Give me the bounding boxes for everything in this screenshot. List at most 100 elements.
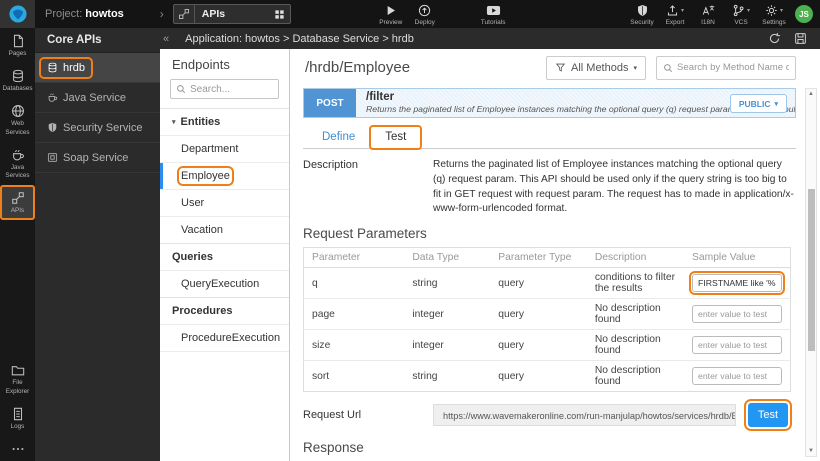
gear-icon [765, 4, 778, 17]
param-data-type: string [404, 361, 490, 392]
databases-icon [11, 69, 25, 83]
methods-filter-dropdown[interactable]: All Methods ▾ [546, 56, 646, 80]
param-data-type: integer [404, 330, 490, 361]
apis-icon [174, 5, 195, 23]
user-avatar[interactable]: JS [795, 5, 813, 23]
sidebar-item-apis[interactable]: APIs [0, 185, 35, 220]
i18n-icon [702, 4, 715, 17]
breadcrumb-bar: « Application: howtos > Database Service… [160, 28, 820, 49]
endpoint-item-employee[interactable]: Employee [160, 162, 289, 189]
main-scrollbar[interactable]: ▲ ▼ [805, 88, 817, 457]
sidebar-item-web-services[interactable]: Web Services [0, 98, 35, 141]
coffee-icon [11, 148, 25, 162]
api-tabs: Define Test [303, 126, 796, 149]
endpoint-item-department[interactable]: Department [160, 135, 289, 162]
dots-icon [11, 442, 25, 456]
param-row-page: pageintegerqueryNo description found [304, 299, 791, 330]
endpoint-item-queryexecution[interactable]: QueryExecution [160, 270, 289, 297]
sidebar-item-java-services[interactable]: Java Services [0, 142, 35, 185]
endpoints-section-procedures[interactable]: Procedures [160, 297, 289, 324]
project-label: Project:howtos [45, 8, 124, 20]
vcs-button[interactable]: ▾VCS [729, 2, 753, 26]
main-scrollbar-thumb[interactable] [808, 189, 815, 351]
export-button[interactable]: ▾Export [663, 2, 687, 26]
preview-button[interactable]: Preview [379, 2, 403, 26]
scroll-down-icon[interactable]: ▼ [806, 448, 816, 454]
search-icon [176, 84, 186, 94]
column-header: Sample Value [684, 248, 791, 268]
grid-icon[interactable] [274, 9, 285, 20]
param-name: sort [304, 361, 405, 392]
collapse-panel-icon[interactable]: « [163, 33, 169, 45]
core-api-item-security-service[interactable]: Security Service [35, 113, 160, 143]
sample-value-input-sort[interactable] [692, 367, 782, 385]
sidebar-item-logs[interactable]: Logs [0, 401, 35, 436]
sample-value-input-q[interactable] [692, 274, 782, 292]
sidebar-item-pages[interactable]: Pages [0, 28, 35, 63]
main-content: /hrdb/Employee All Methods ▾ POST /filte… [290, 49, 820, 461]
apis-workspace-tab[interactable]: APIs [173, 4, 291, 24]
deploy-icon [418, 4, 431, 17]
endpoint-item-vacation[interactable]: Vacation [160, 216, 289, 243]
column-header: Parameter [304, 248, 405, 268]
page-title: /hrdb/Employee [305, 59, 410, 76]
vcs-icon [732, 4, 745, 17]
param-description: No description found [587, 299, 684, 330]
param-row-sort: sortstringqueryNo description found [304, 361, 791, 392]
endpoints-title: Endpoints [160, 49, 289, 79]
refresh-icon[interactable] [768, 32, 781, 45]
sidebar-item-databases[interactable]: Databases [0, 63, 35, 98]
param-name: page [304, 299, 405, 330]
chevron-down-icon: ▾ [681, 7, 684, 14]
core-api-item-soap-service[interactable]: Soap Service [35, 143, 160, 173]
endpoint-item-user[interactable]: User [160, 189, 289, 216]
core-apis-panel: Core APIs hrdbJava ServiceSecurity Servi… [35, 28, 160, 461]
scroll-up-icon[interactable]: ▲ [806, 91, 816, 97]
endpoints-section-queries[interactable]: Queries [160, 243, 289, 270]
sidebar-item-more[interactable] [0, 436, 35, 461]
visibility-dropdown[interactable]: PUBLIC ▾ [730, 94, 787, 113]
tab-test[interactable]: Test [370, 126, 421, 149]
left-rail: PagesDatabasesWeb ServicesJava ServicesA… [0, 28, 35, 461]
sample-value-input-size[interactable] [692, 336, 782, 354]
api-endpoint-row[interactable]: POST /filter Returns the paginated list … [303, 88, 796, 118]
core-api-item-hrdb[interactable]: hrdb [35, 53, 160, 83]
method-search [656, 56, 796, 80]
column-header: Data Type [404, 248, 490, 268]
sample-value-input-page[interactable] [692, 305, 782, 323]
tab-define[interactable]: Define [307, 126, 370, 148]
apis-icon [11, 191, 25, 205]
param-data-type: integer [404, 299, 490, 330]
settings-button[interactable]: ▾Settings [762, 2, 786, 26]
column-header: Parameter Type [490, 248, 587, 268]
chevron-down-icon: ▾ [633, 64, 637, 72]
endpoints-search-input[interactable] [190, 84, 273, 95]
soap-icon [47, 152, 58, 163]
endpoint-item-procedureexecution[interactable]: ProcedureExecution [160, 324, 289, 351]
endpoints-panel: Endpoints ▾EntitiesDepartmentEmployeeUse… [160, 49, 290, 461]
param-data-type: string [404, 268, 490, 299]
param-description: conditions to filter the results [587, 268, 684, 299]
request-parameters-table: Parameter Data Type Parameter Type Descr… [303, 247, 791, 392]
logs-icon [11, 407, 25, 421]
sidebar-item-file-explorer[interactable]: File Explorer [0, 357, 35, 400]
i18n-button[interactable]: I18N [696, 2, 720, 26]
deploy-button[interactable]: Deploy [413, 2, 437, 26]
chevron-down-icon: ▾ [172, 118, 176, 126]
topbar-actions-left: Preview Deploy Tutorials [379, 2, 506, 26]
security-button[interactable]: Security [630, 2, 654, 26]
wavemaker-logo-icon [9, 5, 27, 23]
topbar-actions-right: Security ▾Export I18N ▾VCS ▾Settings JS [630, 2, 813, 26]
test-button[interactable]: Test [748, 403, 788, 427]
save-icon[interactable] [794, 32, 807, 45]
request-parameters-title: Request Parameters [303, 226, 796, 241]
method-search-input[interactable] [677, 62, 789, 73]
endpoints-section-entities[interactable]: ▾Entities [160, 108, 289, 135]
param-type: query [490, 330, 587, 361]
param-type: query [490, 361, 587, 392]
globe-icon [11, 104, 25, 118]
top-bar: Project:howtos › APIs PreviewDeployTutor… [0, 0, 820, 28]
core-api-item-java-service[interactable]: Java Service [35, 83, 160, 113]
wavemaker-logo[interactable] [0, 0, 35, 28]
tutorials-button[interactable]: Tutorials [481, 2, 506, 26]
